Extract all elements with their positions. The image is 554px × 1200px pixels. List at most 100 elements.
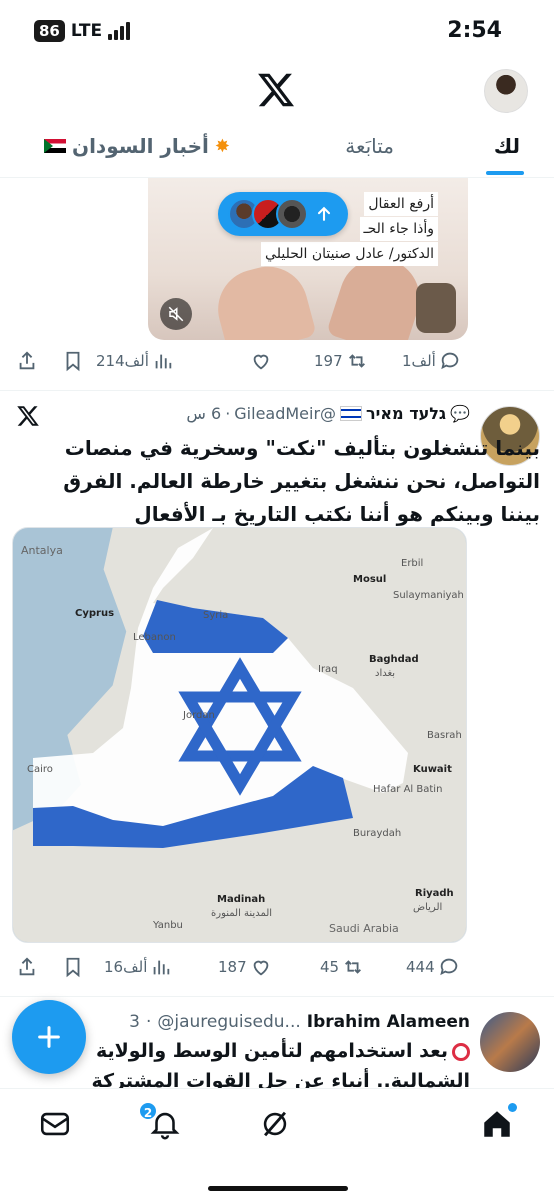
reply-count: 1ألف — [402, 352, 436, 370]
share-button[interactable] — [16, 956, 38, 978]
map-label: Baghdad — [369, 654, 419, 665]
post2-map-image[interactable]: Antalya Cyprus Syria Lebanon Jordan Iraq… — [12, 527, 467, 943]
views-button[interactable]: 16ألف — [104, 956, 172, 978]
network-type: LTE — [70, 21, 103, 41]
map-label: Iraq — [318, 664, 338, 675]
repost-count: 197 — [314, 352, 343, 370]
views-button[interactable]: 214ألف — [96, 350, 174, 372]
heart-icon — [253, 960, 268, 976]
map-label: Hafar Al Batin — [373, 784, 443, 795]
reply-icon — [441, 352, 459, 370]
repost-icon — [348, 354, 365, 368]
map-label: بغداد — [375, 668, 396, 679]
red-circle-icon — [452, 1042, 470, 1061]
post3-avatar[interactable] — [480, 1012, 540, 1072]
profile-avatar[interactable] — [484, 69, 528, 113]
map-label: Cyprus — [75, 608, 115, 619]
map-label: Antalya — [21, 544, 63, 557]
analytics-icon — [155, 354, 172, 369]
post2-handle[interactable]: @GileadMeir — [234, 404, 336, 423]
speaker-muted-icon — [168, 306, 184, 322]
media-caption-line: أرفع العقال — [364, 192, 438, 216]
repost-icon — [345, 960, 362, 974]
grok-icon[interactable] — [258, 1107, 292, 1141]
like-button[interactable] — [250, 350, 272, 372]
home-new-indicator — [508, 1103, 517, 1112]
tab-sudan-news[interactable]: أخبار السودان ✸ — [44, 134, 230, 158]
active-tab-indicator — [486, 171, 524, 175]
arrow-up-icon — [317, 206, 331, 221]
israel-flag-icon — [340, 406, 363, 421]
map-label: Kuwait — [413, 764, 452, 775]
flag-top-stripe — [143, 600, 288, 653]
mute-button[interactable] — [160, 298, 192, 330]
reply-count: 444 — [406, 958, 435, 976]
bookmark-icon — [66, 351, 80, 372]
post3-header: Ibrahim Alameen @jaureguisedu... · 3 — [129, 1012, 470, 1032]
post-divider — [0, 390, 554, 391]
messages-icon[interactable] — [38, 1107, 72, 1141]
home-icon[interactable] — [480, 1107, 514, 1141]
speech-bubble-icon: 💬 — [450, 404, 470, 423]
repost-button[interactable]: 45 — [320, 956, 364, 978]
separator-dot: · — [145, 1012, 152, 1032]
notifications-badge: 2 — [138, 1101, 158, 1121]
watch-shape — [416, 283, 456, 333]
repost-count: 45 — [320, 958, 340, 976]
views-count: 214ألف — [96, 352, 149, 370]
heart-confetti-icon — [253, 354, 269, 370]
compose-button[interactable] — [12, 1000, 86, 1074]
home-indicator-bar — [208, 1186, 348, 1191]
share-button[interactable] — [16, 350, 38, 372]
separator-dot: · — [225, 404, 231, 423]
collision-icon: ✸ — [214, 135, 230, 157]
map-label: Madinah — [217, 894, 266, 905]
map-label: المدينة المنورة — [211, 908, 273, 919]
post3-author-name[interactable]: Ibrahim Alameen — [307, 1012, 470, 1032]
map-label: Sulaymaniyah — [393, 590, 464, 601]
map-label: Lebanon — [133, 632, 176, 643]
plus-icon — [38, 1026, 60, 1048]
repost-button[interactable]: 197 — [314, 350, 368, 372]
map-label: Basrah — [427, 730, 462, 741]
map-label: Yanbu — [153, 920, 183, 931]
reply-button[interactable]: 444 — [406, 956, 460, 978]
map-label: Syria — [203, 610, 229, 621]
pill-avatar — [276, 198, 308, 230]
post2-time: 6 س — [186, 404, 222, 423]
post2-header: 💬 גלעד מאיר @GileadMeir · 6 س — [186, 404, 470, 423]
post3-handle[interactable]: @jaureguisedu... — [157, 1012, 300, 1032]
share-icon — [19, 957, 35, 976]
reply-button[interactable]: 1ألف — [402, 350, 461, 372]
battery-indicator: 86 — [34, 20, 65, 42]
bookmark-button[interactable] — [62, 956, 84, 978]
tab-for-you[interactable]: لك — [494, 134, 520, 158]
tab-sudan-news-label: أخبار السودان — [72, 134, 209, 158]
x-logo-icon — [258, 73, 295, 107]
post2-text: بينما تنشغلون بتأليف "نكت" وسخرية في منص… — [63, 436, 540, 526]
post2-actions: 16ألف 187 45 444 — [0, 948, 554, 988]
signal-icon — [108, 22, 131, 40]
bookmark-icon — [66, 957, 80, 978]
like-button[interactable]: 187 — [218, 956, 272, 978]
timeline-tabs: لك متابَعة أخبار السودان ✸ — [0, 122, 554, 178]
media-caption-line: وأذا جاء الحـ — [359, 217, 438, 241]
bottom-navigation: 2 — [0, 1088, 554, 1200]
bookmark-button[interactable] — [62, 350, 84, 372]
flag-shape — [33, 528, 408, 828]
media-caption-line: الدكتور/ عادل صنيتان الحليلي — [261, 242, 438, 266]
post2-author-name[interactable]: גלעד מאיר — [366, 404, 446, 423]
map-label: Mosul — [353, 574, 387, 585]
views-count: 16ألف — [104, 958, 148, 976]
post-divider — [0, 996, 554, 997]
map-label: Jordan — [183, 710, 215, 721]
tab-following[interactable]: متابَعة — [345, 134, 394, 158]
new-posts-pill[interactable] — [218, 192, 348, 236]
map-label: Cairo — [27, 764, 53, 775]
sudan-flag-icon — [44, 139, 66, 153]
status-bar: 86 LTE 2:54 — [0, 0, 554, 58]
post3-time: 3 — [129, 1012, 140, 1032]
analytics-icon — [154, 960, 170, 975]
grok-x-icon[interactable] — [16, 404, 40, 428]
top-header — [0, 58, 554, 122]
